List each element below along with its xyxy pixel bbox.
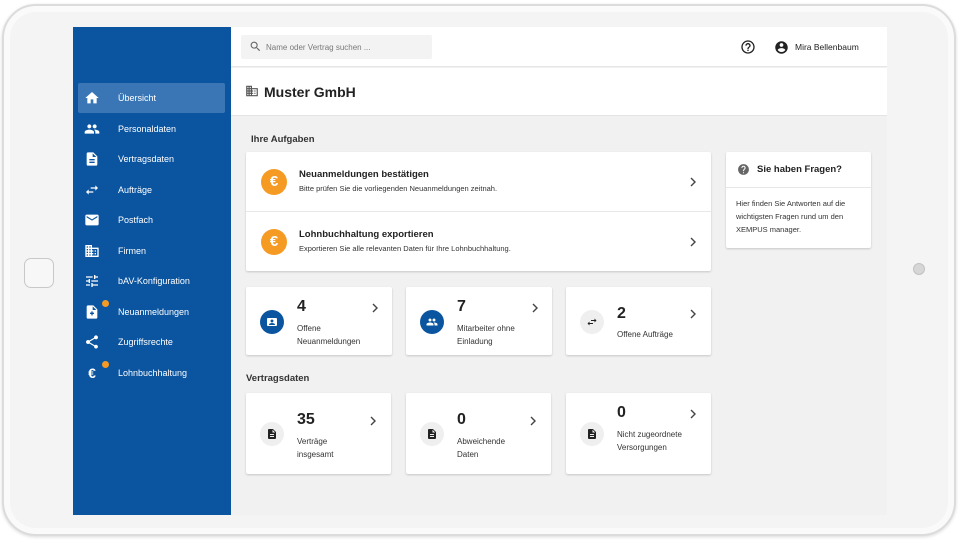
sidebar-item-firmen[interactable]: Firmen [78,236,225,266]
task-subtitle: Exportieren Sie alle relevanten Daten fü… [299,244,511,253]
section-title-aufgaben: Ihre Aufgaben [251,134,315,145]
building-icon [85,245,99,257]
kpi-label: Nicht zugeordnete Versorgungen [617,430,682,452]
euro-icon: € [88,365,96,381]
user-menu[interactable]: Mira Bellenbaum [774,39,859,55]
kpi-value: 4 [297,298,306,315]
chevron-right-icon [372,303,378,313]
share-icon [86,335,98,349]
document-icon [580,422,604,446]
kpi-offene-auftraege[interactable]: 2 Offene Aufträge [566,287,711,355]
help-circle-icon [738,164,749,175]
help-icon[interactable] [740,39,756,55]
kpi-value: 35 [297,411,315,428]
notification-dot [102,300,109,307]
chevron-right-icon [690,309,696,319]
faq-text: Hier finden Sie Antworten auf die wichti… [736,199,846,234]
kpi-label: Offene Aufträge [617,330,673,339]
sidebar: Übersicht Personaldaten Vertragsdaten Au… [73,27,231,515]
page-title: Muster GmbH [264,84,356,100]
kpi-value: 0 [617,404,626,421]
tasks-card: € Neuanmeldungen bestätigen Bitte prüfen… [246,152,711,271]
sidebar-item-label: Firmen [118,246,147,256]
people-icon [420,310,444,334]
people-icon [84,124,100,134]
sidebar-item-label: Postfach [118,215,154,225]
notification-dot [102,361,109,368]
kpi-mitarbeiter-ohne-einladung[interactable]: 7 Mitarbeiter ohne Einladung [406,287,552,355]
kpi-label: Verträge insgesamt [297,437,334,459]
chevron-right-icon [690,237,696,247]
kpi-value: 7 [457,298,466,315]
swap-arrows-icon [86,185,98,195]
sidebar-item-zugriffsrechte[interactable]: Zugriffsrechte [78,327,225,357]
chevron-right-icon [370,416,376,426]
sidebar-item-label: Lohnbuchhaltung [118,368,188,378]
kpi-value: 2 [617,305,626,322]
sidebar-item-uebersicht[interactable]: Übersicht [78,83,225,113]
task-lohnbuchhaltung-exportieren[interactable]: € Lohnbuchhaltung exportieren Exportiere… [246,212,711,271]
mail-icon [85,214,99,226]
user-name: Mira Bellenbaum [795,42,859,52]
euro-icon: € [261,169,287,195]
section-title-vertragsdaten: Vertragsdaten [246,373,310,384]
swap-arrows-icon [580,310,604,334]
app-screen: Übersicht Personaldaten Vertragsdaten Au… [73,27,887,515]
sidebar-item-label: Personaldaten [118,124,177,134]
kpi-label: Offene Neuanmeldungen [297,324,361,346]
kpi-offene-neuanmeldungen[interactable]: 4 Offene Neuanmeldungen [246,287,392,355]
tablet-camera [913,263,925,275]
page-header: Muster GmbH [231,68,887,116]
tablet-home-button [24,258,54,288]
building-icon [246,85,258,97]
faq-header: Sie haben Fragen? [726,152,871,188]
kpi-vertraege-insgesamt[interactable]: 35 Verträge insgesamt [246,393,391,474]
faq-title: Sie haben Fragen? [757,164,842,175]
add-document-icon [86,305,98,319]
sidebar-item-auftraege[interactable]: Aufträge [78,175,225,205]
sliders-icon [86,275,98,287]
sidebar-item-label: Neuanmeldungen [118,307,190,317]
euro-icon: € [261,229,287,255]
sidebar-item-bav-konfiguration[interactable]: bAV-Konfiguration [78,266,225,296]
task-subtitle: Bitte prüfen Sie die vorliegenden Neuanm… [299,184,498,193]
chevron-right-icon [532,303,538,313]
sidebar-item-personaldaten[interactable]: Personaldaten [78,114,225,144]
sidebar-item-label: Aufträge [118,185,153,195]
kpi-abweichende-daten[interactable]: 0 Abweichende Daten [406,393,551,474]
search-box [241,35,432,59]
sidebar-item-postfach[interactable]: Postfach [78,205,225,235]
task-title: Lohnbuchhaltung exportieren [299,229,434,240]
task-neuanmeldungen-bestaetigen[interactable]: € Neuanmeldungen bestätigen Bitte prüfen… [246,152,711,211]
task-title: Neuanmeldungen bestätigen [299,169,429,180]
faq-card[interactable]: Sie haben Fragen? Hier finden Sie Antwor… [726,152,871,248]
sidebar-item-label: Vertragsdaten [118,154,175,164]
chevron-right-icon [690,177,696,187]
chevron-right-icon [530,416,536,426]
kpi-label: Mitarbeiter ohne Einladung [457,324,515,346]
search-input[interactable] [266,39,426,55]
document-icon [260,422,284,446]
document-icon [86,152,98,166]
sidebar-item-label: Übersicht [118,93,157,103]
kpi-value: 0 [457,411,466,428]
sidebar-item-neuanmeldungen[interactable]: Neuanmeldungen [78,297,225,327]
top-bar: Mira Bellenbaum [231,27,887,67]
document-icon [420,422,444,446]
search-icon [250,41,261,52]
sidebar-item-label: Zugriffsrechte [118,337,173,347]
sidebar-item-lohnbuchhaltung[interactable]: € Lohnbuchhaltung [78,358,225,388]
sidebar-item-vertragsdaten[interactable]: Vertragsdaten [78,144,225,174]
kpi-nicht-zugeordnete-versorgungen[interactable]: 0 Nicht zugeordnete Versorgungen [566,393,711,474]
account-icon [775,40,788,54]
kpi-label: Abweichende Daten [457,437,506,459]
contact-card-icon [260,310,284,334]
home-icon [85,92,99,104]
sidebar-item-label: bAV-Konfiguration [118,276,190,286]
chevron-right-icon [690,409,696,419]
